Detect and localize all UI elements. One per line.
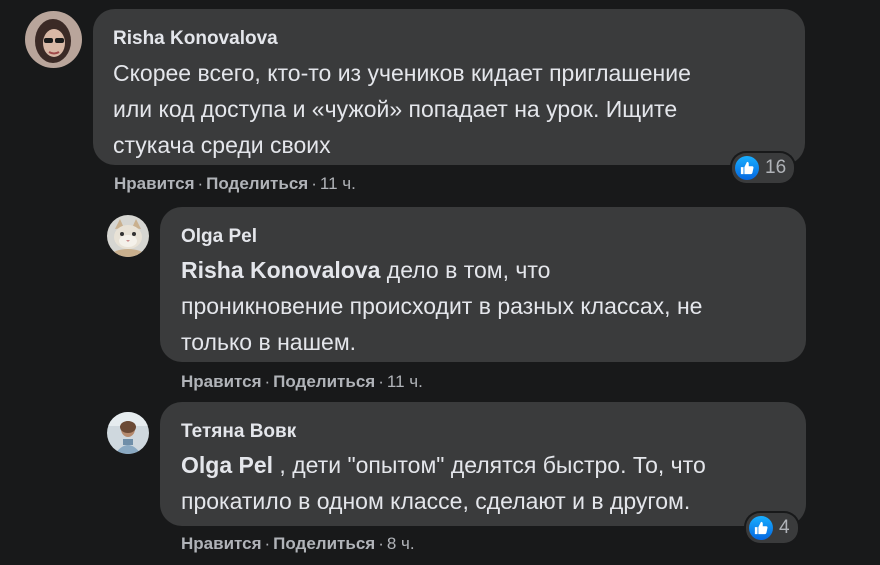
- mention-link[interactable]: Risha Konovalova: [181, 257, 380, 283]
- separator: ·: [378, 372, 384, 391]
- comment-line-text: дело в том, что: [380, 257, 551, 283]
- comment-author[interactable]: Тетяна Вовк: [181, 421, 785, 443]
- comment-text: Olga Pel , дети "опытом" делятся быстро.…: [181, 447, 785, 519]
- timestamp[interactable]: 11 ч.: [387, 372, 423, 391]
- reaction-summary[interactable]: 4: [746, 513, 798, 543]
- comment-author[interactable]: Olga Pel: [181, 226, 785, 248]
- avatar-risha[interactable]: [25, 11, 82, 68]
- share-link[interactable]: Поделиться: [273, 534, 375, 553]
- comment-line: стукача среди своих: [113, 132, 331, 158]
- like-link[interactable]: Нравится: [181, 534, 262, 553]
- avatar-tetyana[interactable]: [107, 412, 149, 454]
- separator: ·: [378, 534, 384, 553]
- mention-link[interactable]: Olga Pel: [181, 452, 273, 478]
- comment-line: только в нашем.: [181, 329, 357, 355]
- timestamp[interactable]: 11 ч.: [320, 174, 356, 193]
- like-thumbs-up-icon: [735, 156, 759, 180]
- comment-line: Olga Pel , дети "опытом" делятся быстро.…: [181, 447, 785, 483]
- separator: ·: [264, 372, 271, 391]
- comment-bubble: Тетяна Вовк Olga Pel , дети "опытом" дел…: [160, 402, 806, 526]
- share-link[interactable]: Поделиться: [206, 174, 308, 193]
- like-link[interactable]: Нравится: [114, 174, 195, 193]
- separator: ·: [311, 174, 317, 193]
- comment-actions: Нравится · Поделиться · 8 ч.: [181, 534, 415, 554]
- comment-line: Risha Konovalova дело в том, что: [181, 252, 785, 288]
- like-thumbs-up-icon: [749, 516, 773, 540]
- share-link[interactable]: Поделиться: [273, 372, 375, 391]
- comment-line: Скорее всего, кто-то из учеников кидает …: [113, 60, 691, 86]
- reaction-summary[interactable]: 16: [732, 153, 795, 183]
- comment-line-text: , дети "опытом" делятся быстро. То, что: [273, 452, 706, 478]
- reaction-count: 4: [779, 517, 790, 538]
- comment-text: Risha Konovalova дело в том, что проникн…: [181, 252, 785, 360]
- comment-line: или код доступа и «чужой» попадает на ур…: [113, 96, 678, 122]
- separator: ·: [264, 534, 271, 553]
- comment-line: проникновение происходит в разных класса…: [181, 293, 703, 319]
- comment-bubble: Olga Pel Risha Konovalova дело в том, чт…: [160, 207, 806, 362]
- comment-line: прокатило в одном классе, сделают и в др…: [181, 488, 691, 514]
- timestamp[interactable]: 8 ч.: [387, 534, 415, 553]
- avatar-olga[interactable]: [107, 215, 149, 257]
- comment-text: Скорее всего, кто-то из учеников кидает …: [113, 55, 785, 163]
- comment-actions: Нравится · Поделиться · 11 ч.: [114, 174, 356, 194]
- comment-actions: Нравится · Поделиться · 11 ч.: [181, 372, 423, 392]
- comment-bubble: Risha Konovalova Скорее всего, кто-то из…: [93, 9, 805, 165]
- comment-author[interactable]: Risha Konovalova: [113, 28, 785, 50]
- like-link[interactable]: Нравится: [181, 372, 262, 391]
- separator: ·: [197, 174, 204, 193]
- reaction-count: 16: [765, 157, 787, 178]
